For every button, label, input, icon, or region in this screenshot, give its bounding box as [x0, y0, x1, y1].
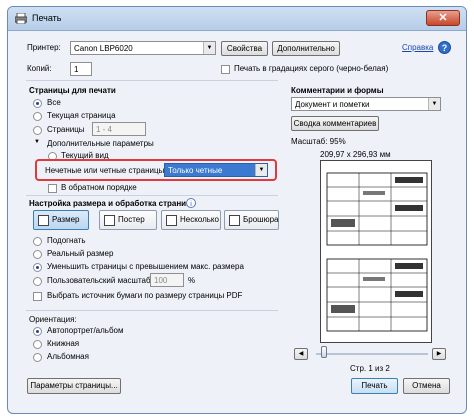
- auto-orientation-label: Автопортрет/альбом: [47, 326, 124, 335]
- tab-multiple-label: Несколько: [180, 215, 219, 224]
- advanced-button[interactable]: Дополнительно: [272, 41, 340, 56]
- sizing-heading: Настройка размера и обработка страниц: [29, 199, 191, 208]
- custom-scale-value: 100: [154, 276, 168, 285]
- orientation-heading: Ориентация:: [29, 315, 77, 324]
- portrait-label: Книжная: [47, 339, 80, 348]
- current-page-label: Текущая страница: [47, 111, 116, 120]
- page-slider-thumb[interactable]: [321, 346, 327, 358]
- reverse-order-checkbox[interactable]: [48, 184, 57, 193]
- page-setup-button[interactable]: Параметры страницы...: [27, 378, 121, 394]
- title-bar: Печать ✕: [8, 7, 466, 31]
- chevron-down-icon: ▼: [203, 42, 215, 54]
- shrink-label: Уменьшить страницы с превышением макс. р…: [47, 262, 244, 271]
- info-icon[interactable]: i: [186, 198, 196, 208]
- page-counter: Стр. 1 из 2: [350, 364, 390, 373]
- multiple-pages-icon: [166, 215, 177, 226]
- printer-select[interactable]: Canon LBP6020 ▼: [70, 41, 216, 55]
- landscape-label: Альбомная: [47, 352, 89, 361]
- comments-select[interactable]: Документ и пометки ▼: [291, 97, 441, 111]
- copies-value: 1: [74, 65, 79, 74]
- more-options-label[interactable]: Дополнительные параметры: [47, 139, 154, 148]
- fit-radio[interactable]: [33, 237, 42, 246]
- divider: [26, 310, 278, 311]
- percent-label: %: [188, 276, 196, 285]
- grayscale-checkbox[interactable]: [221, 65, 230, 74]
- page-slider-track[interactable]: [316, 353, 428, 355]
- landscape-radio[interactable]: [33, 353, 42, 362]
- chevron-down-icon: ▼: [255, 164, 267, 176]
- custom-scale-radio[interactable]: [33, 277, 42, 286]
- page-range-label: Страницы: [47, 125, 85, 134]
- help-link[interactable]: Справка: [402, 43, 433, 52]
- booklet-icon: [229, 215, 240, 226]
- properties-button[interactable]: Свойства: [221, 41, 268, 56]
- fit-label: Подогнать: [47, 236, 86, 245]
- close-button[interactable]: ✕: [426, 10, 460, 26]
- paper-source-label: Выбрать источник бумаги по размеру стран…: [47, 291, 243, 300]
- copies-input[interactable]: 1: [70, 62, 92, 76]
- grayscale-label: Печать в градациях серого (черно-белая): [234, 64, 389, 73]
- paper-source-checkbox[interactable]: [33, 292, 42, 301]
- tab-size[interactable]: Размер: [33, 210, 89, 230]
- shrink-radio[interactable]: [33, 263, 42, 272]
- size-icon: [38, 215, 49, 226]
- next-arrow-icon: ▶: [436, 351, 442, 357]
- comments-heading: Комментарии и формы: [291, 86, 384, 95]
- svg-text:?: ?: [442, 43, 448, 53]
- print-dialog: Печать ✕ Принтер: Canon LBP6020 ▼ Свойст…: [7, 6, 467, 414]
- collapse-triangle-icon[interactable]: ▼: [34, 139, 40, 145]
- odd-even-select[interactable]: Только четные ▼: [164, 163, 268, 177]
- tab-size-label: Размер: [52, 215, 80, 224]
- page-range-input[interactable]: 1 - 4: [92, 122, 146, 136]
- reverse-order-label: В обратном порядке: [61, 183, 137, 192]
- prev-page-button[interactable]: ◀: [294, 348, 308, 360]
- auto-orientation-radio[interactable]: [33, 327, 42, 336]
- odd-even-value: Только четные: [168, 166, 223, 175]
- cancel-button[interactable]: Отмена: [403, 378, 450, 394]
- scale-label: Масштаб: 95%: [291, 137, 346, 146]
- page-preview: [320, 160, 432, 343]
- tab-booklet-label: Брошюра: [243, 215, 279, 224]
- all-pages-radio[interactable]: [33, 99, 42, 108]
- printer-icon: [15, 13, 27, 24]
- custom-scale-label: Пользовательский масштаб:: [47, 276, 153, 285]
- page-dimensions: 209,97 x 296,93 мм: [320, 150, 391, 159]
- prev-arrow-icon: ◀: [298, 351, 304, 357]
- printer-label: Принтер:: [27, 43, 61, 52]
- tab-booklet[interactable]: Брошюра: [224, 210, 279, 230]
- custom-scale-input[interactable]: 100: [150, 273, 184, 287]
- window-title: Печать: [32, 13, 62, 23]
- copies-label: Копий:: [27, 64, 52, 73]
- next-page-button[interactable]: ▶: [432, 348, 446, 360]
- print-button[interactable]: Печать: [351, 378, 398, 394]
- pages-heading: Страницы для печати: [29, 86, 116, 95]
- actual-size-label: Реальный размер: [47, 249, 114, 258]
- page-range-radio[interactable]: [33, 126, 42, 135]
- comments-summary-button[interactable]: Сводка комментариев: [291, 116, 379, 131]
- tab-poster[interactable]: Постер: [99, 210, 157, 230]
- tab-poster-label: Постер: [118, 215, 145, 224]
- chevron-down-icon: ▼: [428, 98, 440, 110]
- page-range-value: 1 - 4: [96, 125, 113, 134]
- preview-document-image: [326, 172, 428, 332]
- printer-value: Canon LBP6020: [74, 44, 133, 53]
- comments-value: Документ и пометки: [295, 100, 370, 109]
- current-page-radio[interactable]: [33, 112, 42, 121]
- poster-icon: [104, 215, 115, 226]
- help-icon[interactable]: ?: [438, 41, 451, 54]
- divider: [26, 195, 278, 196]
- tab-multiple[interactable]: Несколько: [161, 210, 221, 230]
- odd-even-label: Нечетные или четные страницы:: [45, 166, 167, 175]
- actual-size-radio[interactable]: [33, 250, 42, 259]
- all-pages-label: Все: [47, 98, 61, 107]
- portrait-radio[interactable]: [33, 340, 42, 349]
- divider: [26, 80, 278, 81]
